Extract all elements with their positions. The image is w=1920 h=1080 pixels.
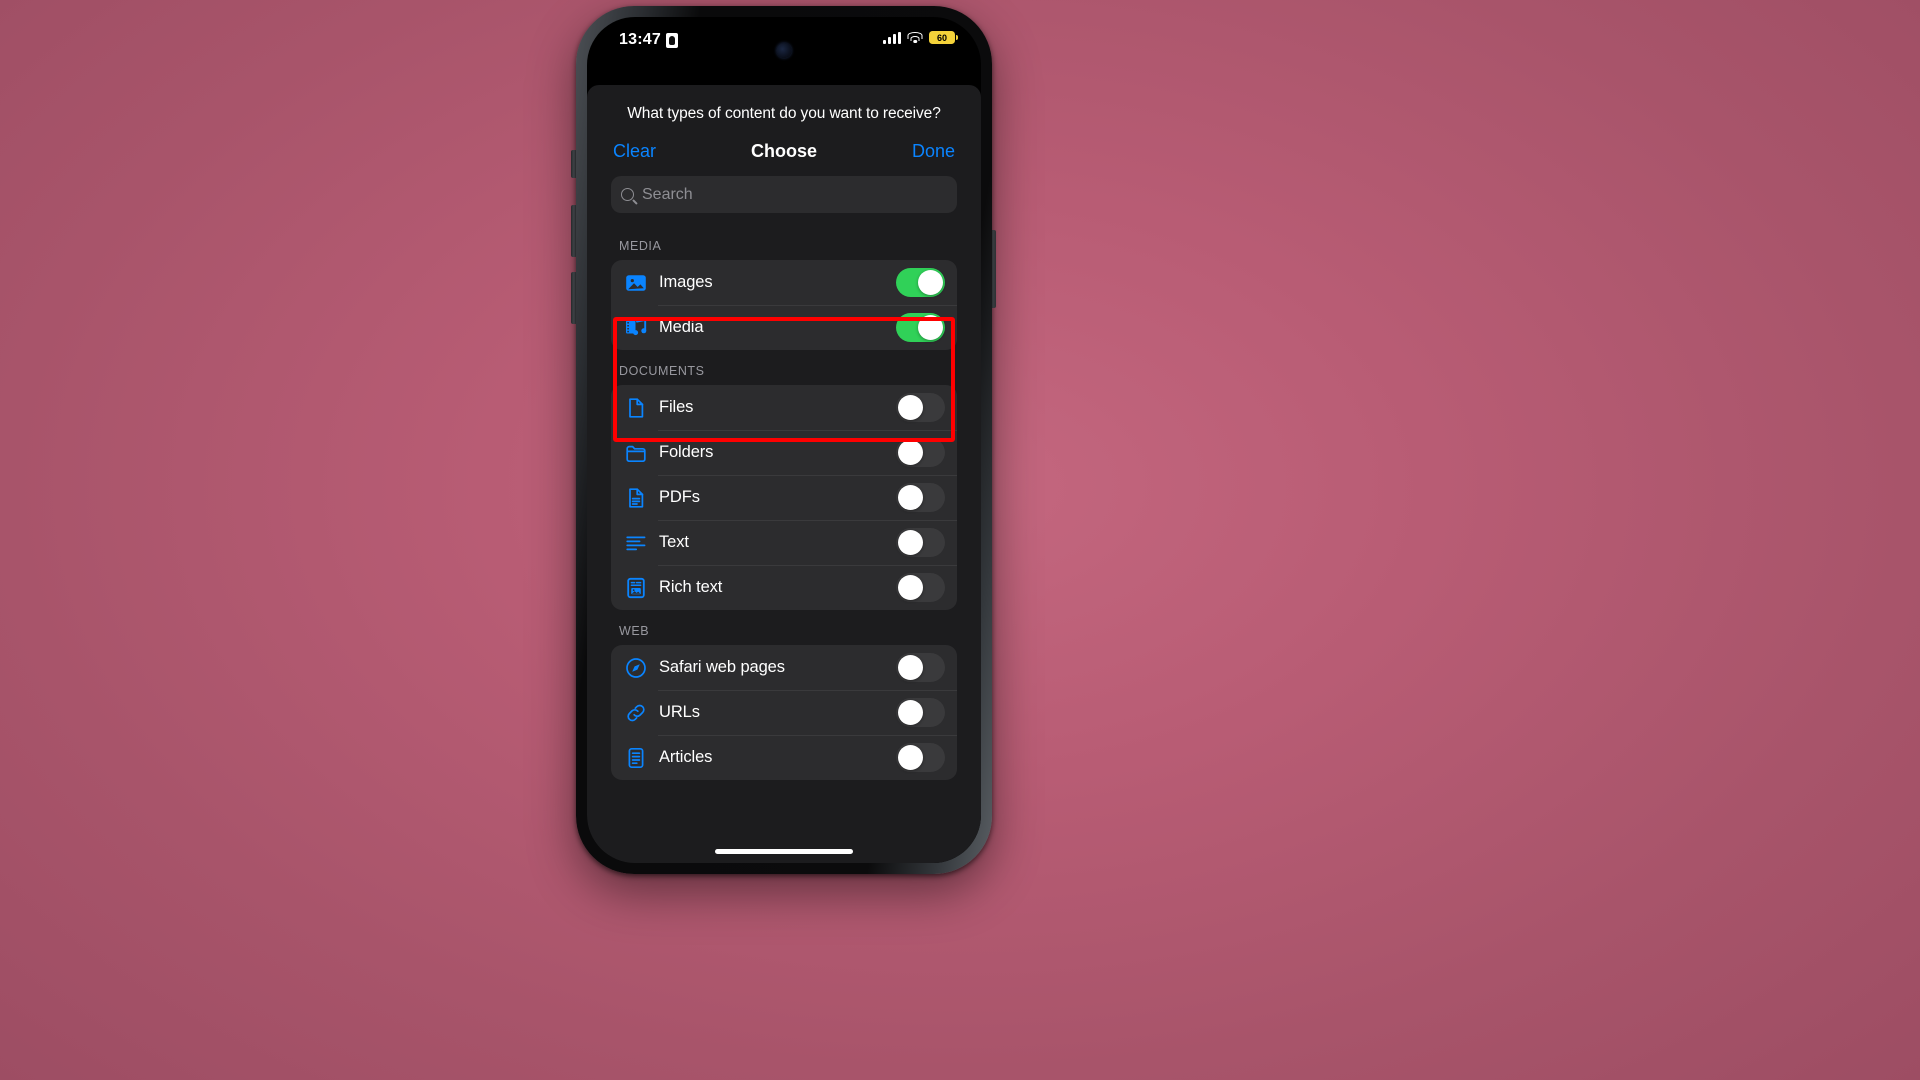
- clock-label: 13:47: [619, 31, 661, 48]
- toggle-switch[interactable]: [896, 698, 945, 727]
- list-item[interactable]: Images: [611, 260, 957, 305]
- wifi-icon: [907, 31, 923, 44]
- toggle-switch[interactable]: [896, 438, 945, 467]
- toggle-switch[interactable]: [896, 483, 945, 512]
- section-header-media: MEDIA: [619, 239, 662, 253]
- section-header-web: WEB: [619, 624, 650, 638]
- section-card: Safari web pages URLs Articles: [611, 645, 957, 780]
- article-icon: [623, 746, 649, 770]
- safari-compass-icon: [623, 656, 649, 680]
- rich-text-doc-icon: [623, 576, 649, 600]
- folder-icon: [623, 441, 649, 465]
- search-container: Search: [587, 172, 981, 225]
- toggle-knob: [898, 575, 923, 600]
- toggle-knob: [898, 485, 923, 510]
- search-placeholder: Search: [642, 185, 693, 203]
- list-item-label: Media: [659, 318, 704, 336]
- search-input[interactable]: Search: [611, 176, 957, 213]
- sheet-navigation-bar: Clear Choose Done: [587, 129, 981, 172]
- toggle-knob: [898, 530, 923, 555]
- toggle-knob: [898, 655, 923, 680]
- toggle-switch[interactable]: [896, 653, 945, 682]
- list-item[interactable]: Files: [611, 385, 957, 430]
- status-bar-indicators: 60: [883, 31, 958, 44]
- list-item-label: URLs: [659, 703, 700, 721]
- toggle-knob: [898, 745, 923, 770]
- list-item[interactable]: Folders: [611, 430, 957, 475]
- list-item[interactable]: Media: [611, 305, 957, 350]
- toggle-knob: [918, 315, 943, 340]
- status-bar-time: 13:47: [619, 31, 678, 49]
- toggle-knob: [918, 270, 943, 295]
- film-music-icon: [623, 316, 649, 340]
- battery-indicator: 60: [929, 31, 958, 44]
- section-card: Files Folders PDFs Text Rich text: [611, 385, 957, 610]
- toggle-switch[interactable]: [896, 268, 945, 297]
- phone-screen: 13:47 60 What types of content do you wa…: [587, 17, 981, 863]
- list-item-label: Folders: [659, 443, 714, 461]
- list-item[interactable]: Rich text: [611, 565, 957, 610]
- list-item-label: PDFs: [659, 488, 700, 506]
- battery-level-label: 60: [936, 32, 947, 43]
- section-card: Images Media: [611, 260, 957, 350]
- list-item-label: Safari web pages: [659, 658, 785, 676]
- photo-icon: [623, 271, 649, 295]
- list-item[interactable]: Text: [611, 520, 957, 565]
- toggle-switch[interactable]: [896, 743, 945, 772]
- toggle-switch[interactable]: [896, 313, 945, 342]
- list-item-label: Files: [659, 398, 694, 416]
- toggle-knob: [898, 440, 923, 465]
- text-lines-icon: [623, 531, 649, 555]
- clear-button[interactable]: Clear: [613, 141, 656, 162]
- iphone-device-frame: 13:47 60 What types of content do you wa…: [576, 6, 992, 874]
- list-item-label: Rich text: [659, 578, 723, 596]
- status-bar: 13:47 60: [587, 17, 981, 63]
- page-title: Choose: [750, 141, 817, 161]
- list-item-label: Images: [659, 273, 713, 291]
- list-item-label: Text: [659, 533, 689, 551]
- toggle-knob: [898, 395, 923, 420]
- portrait-lock-icon: [665, 32, 678, 48]
- section-header-documents: DOCUMENTS: [619, 364, 705, 378]
- done-button[interactable]: Done: [912, 141, 955, 162]
- list-item-label: Articles: [659, 748, 713, 766]
- list-item[interactable]: Articles: [611, 735, 957, 780]
- toggle-switch[interactable]: [896, 393, 945, 422]
- toggle-switch[interactable]: [896, 573, 945, 602]
- pdf-document-icon: [623, 486, 649, 510]
- toggle-knob: [898, 700, 923, 725]
- list-item[interactable]: URLs: [611, 690, 957, 735]
- cellular-bars-icon: [883, 31, 901, 44]
- list-item[interactable]: PDFs: [611, 475, 957, 520]
- content-type-list: MEDIA Images Media DOCUMENTS Files Folders PDF…: [587, 225, 981, 780]
- search-icon: [621, 188, 634, 201]
- toggle-switch[interactable]: [896, 528, 945, 557]
- home-indicator[interactable]: [715, 849, 853, 854]
- list-item[interactable]: Safari web pages: [611, 645, 957, 690]
- front-camera-icon: [776, 43, 792, 58]
- link-icon: [623, 701, 649, 725]
- share-extension-sheet: What types of content do you want to rec…: [587, 85, 981, 863]
- prompt-text: What types of content do you want to rec…: [627, 105, 941, 122]
- document-icon: [623, 396, 649, 420]
